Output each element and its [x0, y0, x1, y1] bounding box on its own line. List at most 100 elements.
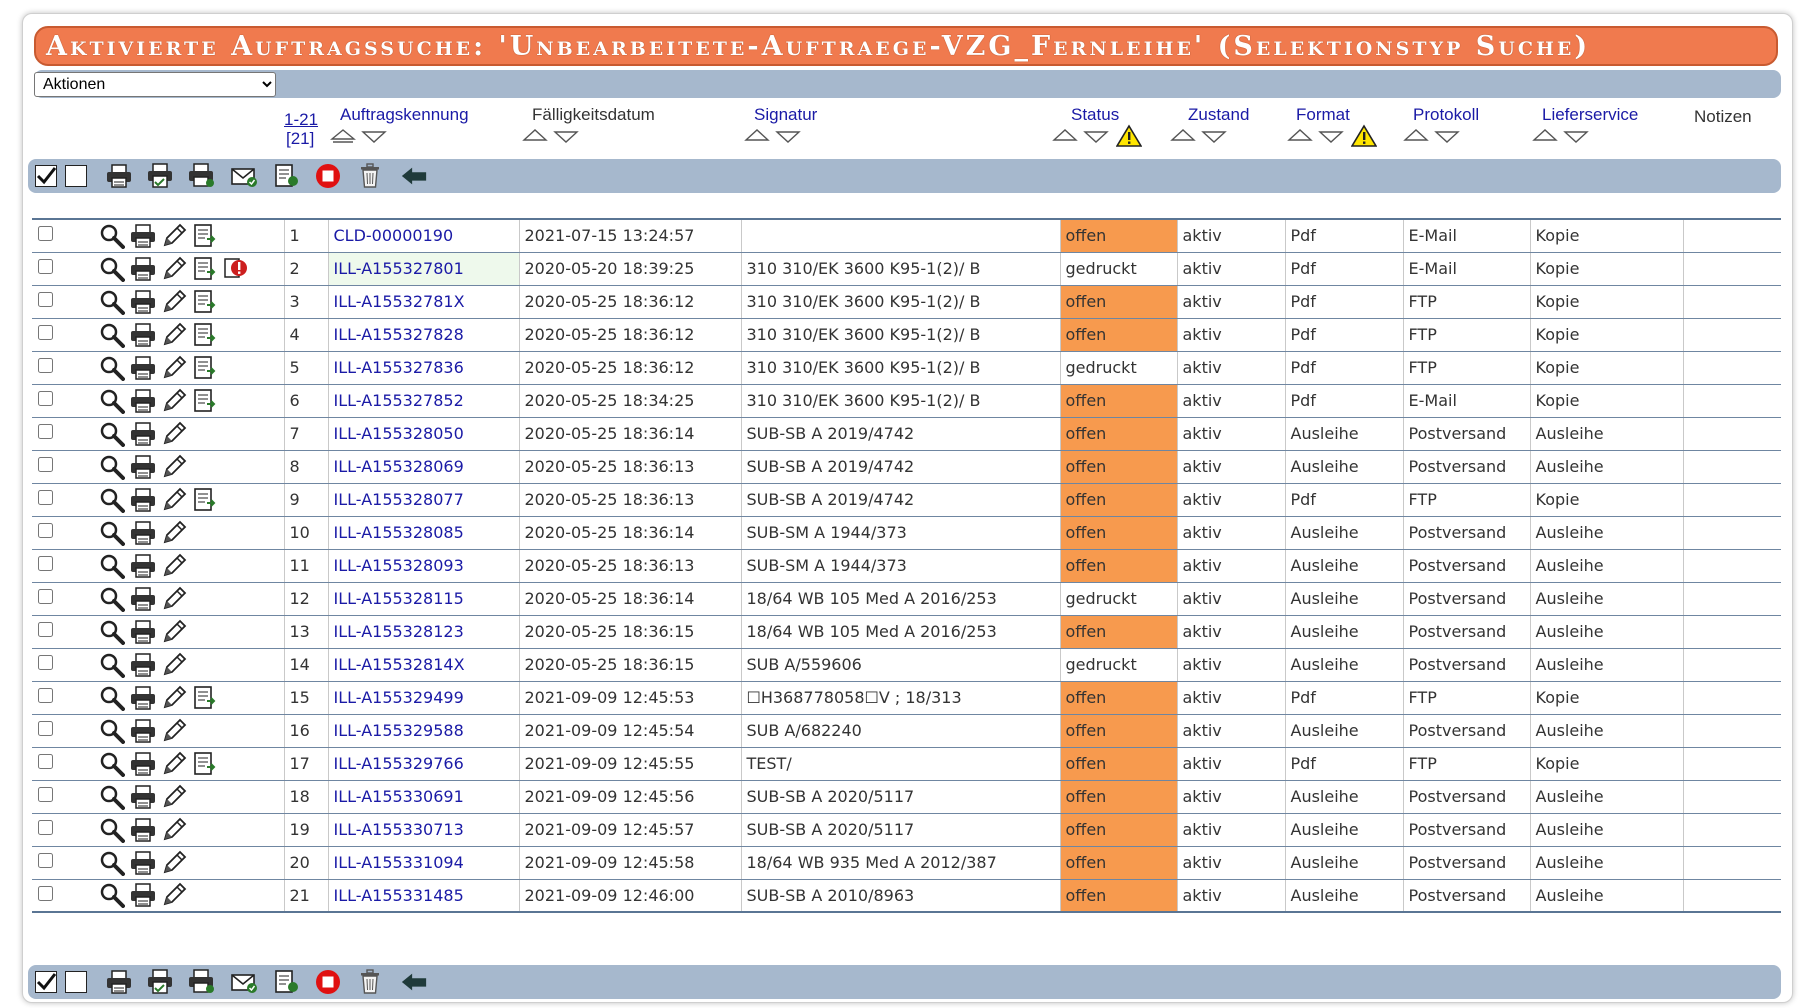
edit-icon[interactable] — [159, 651, 188, 679]
edit-icon[interactable] — [159, 816, 188, 844]
print-icon[interactable] — [128, 881, 157, 909]
print-preview-icon[interactable] — [146, 969, 174, 995]
print-icon[interactable] — [128, 585, 157, 613]
row-checkbox[interactable] — [38, 885, 53, 901]
sort-asc-format-icon[interactable] — [1287, 128, 1313, 144]
order-id-link[interactable]: ILL-A155328115 — [334, 589, 464, 608]
order-id-link[interactable]: ILL-A155328069 — [334, 457, 464, 476]
order-id-link[interactable]: ILL-A155328093 — [334, 556, 464, 575]
print-icon[interactable] — [128, 651, 157, 679]
print-icon[interactable] — [128, 321, 157, 349]
view-icon[interactable] — [97, 387, 126, 415]
view-icon[interactable] — [97, 288, 126, 316]
edit-icon[interactable] — [159, 420, 188, 448]
order-id-link[interactable]: ILL-A155327836 — [334, 358, 464, 377]
view-icon[interactable] — [97, 552, 126, 580]
row-checkbox[interactable] — [38, 688, 53, 703]
print-icon[interactable] — [128, 420, 157, 448]
view-icon[interactable] — [97, 849, 126, 877]
col-header-protokoll[interactable]: Protokoll — [1413, 105, 1479, 125]
print-icon[interactable] — [128, 717, 157, 745]
check-all-icon[interactable] — [32, 163, 60, 189]
order-id-link[interactable]: ILL-A15532781X — [334, 292, 465, 311]
order-id-link[interactable]: ILL-A155328085 — [334, 523, 464, 542]
view-icon[interactable] — [97, 420, 126, 448]
edit-icon[interactable] — [159, 552, 188, 580]
row-checkbox[interactable] — [38, 622, 53, 637]
view-icon[interactable] — [97, 255, 126, 283]
range-link[interactable]: 1-21 — [284, 110, 318, 130]
print-icon[interactable] — [105, 969, 133, 995]
sort-desc-faelligkeitsdatum-icon[interactable] — [553, 130, 579, 146]
order-id-link[interactable]: ILL-A155329588 — [334, 721, 464, 740]
order-id-link[interactable]: ILL-A155328077 — [334, 490, 464, 509]
row-checkbox[interactable] — [38, 556, 53, 571]
export-icon[interactable] — [190, 222, 219, 250]
print-icon[interactable] — [128, 255, 157, 283]
sort-desc-protokoll-icon[interactable] — [1434, 130, 1460, 146]
view-icon[interactable] — [97, 453, 126, 481]
sort-asc-protokoll-icon[interactable] — [1403, 128, 1429, 144]
order-id-link[interactable]: CLD-00000190 — [334, 226, 454, 245]
edit-icon[interactable] — [159, 717, 188, 745]
email-icon[interactable] — [230, 969, 258, 995]
order-id-link[interactable]: ILL-A155330713 — [334, 820, 464, 839]
row-checkbox[interactable] — [38, 523, 53, 538]
order-id-link[interactable]: ILL-A155327852 — [334, 391, 464, 410]
row-checkbox[interactable] — [38, 292, 53, 307]
col-header-zustand[interactable]: Zustand — [1188, 105, 1249, 125]
col-header-auftragskennung[interactable]: Auftragskennung — [340, 105, 469, 125]
print-icon[interactable] — [128, 222, 157, 250]
print-settings-icon[interactable] — [188, 969, 216, 995]
delete-icon[interactable] — [356, 969, 384, 995]
row-checkbox[interactable] — [38, 226, 53, 242]
alert-icon[interactable] — [221, 255, 250, 283]
order-id-link[interactable]: ILL-A155329766 — [334, 754, 464, 773]
edit-icon[interactable] — [159, 453, 188, 481]
col-header-status[interactable]: Status — [1071, 105, 1119, 125]
back-icon[interactable] — [400, 969, 428, 995]
uncheck-all-icon[interactable] — [62, 163, 90, 189]
sort-asc-auftragskennung-icon[interactable] — [330, 128, 356, 144]
edit-icon[interactable] — [159, 750, 188, 778]
order-id-link[interactable]: ILL-A155329499 — [334, 688, 464, 707]
row-checkbox[interactable] — [38, 853, 53, 868]
export-icon[interactable] — [190, 255, 219, 283]
sort-desc-format-icon[interactable] — [1318, 130, 1344, 146]
export-icon[interactable] — [190, 684, 219, 712]
row-checkbox[interactable] — [38, 391, 53, 406]
edit-icon[interactable] — [159, 585, 188, 613]
print-icon[interactable] — [128, 816, 157, 844]
order-id-link[interactable]: ILL-A155331094 — [334, 853, 464, 872]
print-icon[interactable] — [128, 618, 157, 646]
view-icon[interactable] — [97, 321, 126, 349]
print-icon[interactable] — [128, 849, 157, 877]
edit-icon[interactable] — [159, 222, 188, 250]
view-icon[interactable] — [97, 783, 126, 811]
row-checkbox[interactable] — [38, 820, 53, 835]
uncheck-all-icon[interactable] — [62, 969, 90, 995]
view-icon[interactable] — [97, 750, 126, 778]
row-checkbox[interactable] — [38, 490, 53, 505]
print-icon[interactable] — [128, 288, 157, 316]
order-id-link[interactable]: ILL-A155328050 — [334, 424, 464, 443]
view-icon[interactable] — [97, 222, 126, 250]
export-icon[interactable] — [190, 354, 219, 382]
edit-icon[interactable] — [159, 486, 188, 514]
delete-icon[interactable] — [356, 163, 384, 189]
row-checkbox[interactable] — [38, 457, 53, 472]
view-icon[interactable] — [97, 585, 126, 613]
check-all-icon[interactable] — [32, 969, 60, 995]
export-icon[interactable] — [190, 321, 219, 349]
view-icon[interactable] — [97, 486, 126, 514]
back-icon[interactable] — [400, 163, 428, 189]
print-icon[interactable] — [128, 387, 157, 415]
order-id-link[interactable]: ILL-A155331485 — [334, 886, 464, 905]
print-icon[interactable] — [128, 684, 157, 712]
edit-icon[interactable] — [159, 618, 188, 646]
sort-desc-status-icon[interactable] — [1083, 130, 1109, 146]
view-icon[interactable] — [97, 618, 126, 646]
row-checkbox[interactable] — [38, 655, 53, 670]
email-icon[interactable] — [230, 163, 258, 189]
sort-asc-lieferservice-icon[interactable] — [1532, 128, 1558, 144]
